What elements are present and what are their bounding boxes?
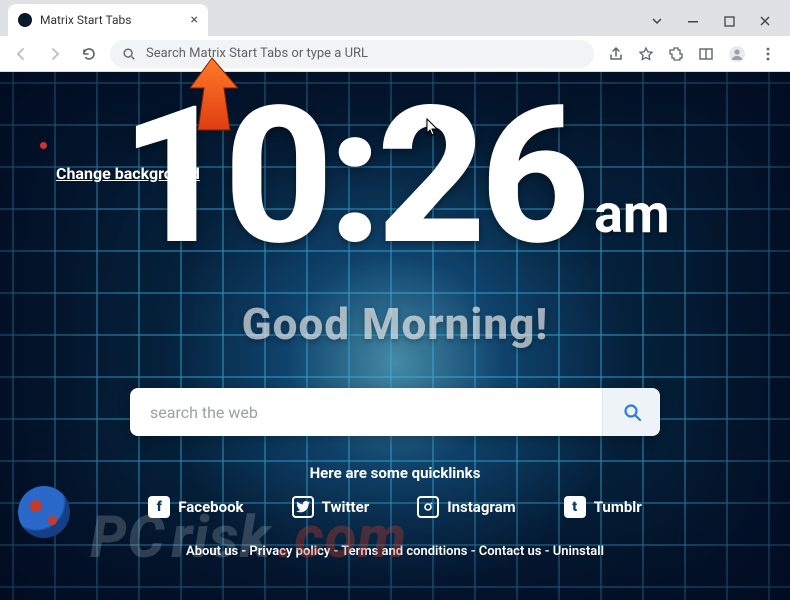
tab-favicon	[18, 13, 32, 27]
new-tab-button[interactable]	[274, 14, 288, 28]
titlebar: Matrix Start Tabs ×	[0, 0, 790, 36]
search-button[interactable]	[602, 388, 660, 436]
footer-about[interactable]: About us	[186, 544, 238, 559]
footer-terms[interactable]: Terms and conditions	[334, 544, 468, 559]
toolbar-right	[602, 45, 782, 63]
change-background-link[interactable]: Change background	[56, 164, 200, 183]
annotation-arrow-icon	[178, 56, 248, 134]
reload-button[interactable]	[76, 41, 102, 67]
quicklink-facebook[interactable]: f Facebook	[148, 496, 243, 518]
facebook-icon: f	[148, 496, 170, 518]
quicklink-instagram[interactable]: Instagram	[417, 496, 515, 518]
chevron-down-icon[interactable]	[650, 14, 664, 28]
menu-icon[interactable]	[760, 46, 776, 62]
star-icon[interactable]	[638, 46, 654, 62]
mouse-cursor-icon	[426, 118, 440, 138]
footer-privacy[interactable]: Privacy policy	[241, 544, 330, 559]
instagram-icon	[417, 496, 439, 518]
close-window-button[interactable]	[758, 14, 772, 28]
quicklink-label: Facebook	[178, 498, 243, 516]
page-content: Change background 10:26 am Good Morning!…	[0, 72, 790, 600]
footer-links: About us Privacy policy Terms and condit…	[0, 544, 790, 559]
search-icon	[622, 402, 642, 422]
footer-contact[interactable]: Contact us	[471, 544, 542, 559]
quicklink-label: Instagram	[447, 498, 515, 516]
tab-close-icon[interactable]: ×	[191, 12, 198, 28]
tumblr-icon: t	[564, 496, 586, 518]
quicklinks-row: f Facebook Twitter Instagram t Tumblr	[0, 496, 790, 518]
tab-title: Matrix Start Tabs	[40, 13, 131, 27]
clock-ampm: am	[594, 183, 670, 246]
greeting-text: Good Morning!	[0, 298, 790, 350]
share-icon[interactable]	[608, 46, 624, 62]
reading-list-icon[interactable]	[698, 46, 714, 62]
quicklinks-heading: Here are some quicklinks	[0, 464, 790, 482]
search-bar	[130, 388, 660, 436]
quicklink-twitter[interactable]: Twitter	[292, 496, 370, 518]
browser-tab[interactable]: Matrix Start Tabs ×	[8, 4, 208, 36]
browser-toolbar: Search Matrix Start Tabs or type a URL	[0, 36, 790, 72]
footer-uninstall[interactable]: Uninstall	[545, 544, 604, 559]
twitter-icon	[292, 496, 314, 518]
minimize-button[interactable]	[686, 14, 700, 28]
forward-button[interactable]	[42, 41, 68, 67]
search-input[interactable]	[130, 403, 602, 422]
watermark-logo-dot	[40, 142, 47, 149]
extensions-icon[interactable]	[668, 46, 684, 62]
quicklink-label: Twitter	[322, 498, 370, 516]
watermark-logo	[18, 486, 70, 538]
maximize-button[interactable]	[722, 14, 736, 28]
quicklink-label: Tumblr	[594, 498, 642, 516]
back-button[interactable]	[8, 41, 34, 67]
window-controls	[614, 14, 790, 36]
profile-icon[interactable]	[728, 45, 746, 63]
quicklink-tumblr[interactable]: t Tumblr	[564, 496, 642, 518]
search-icon	[122, 47, 136, 61]
